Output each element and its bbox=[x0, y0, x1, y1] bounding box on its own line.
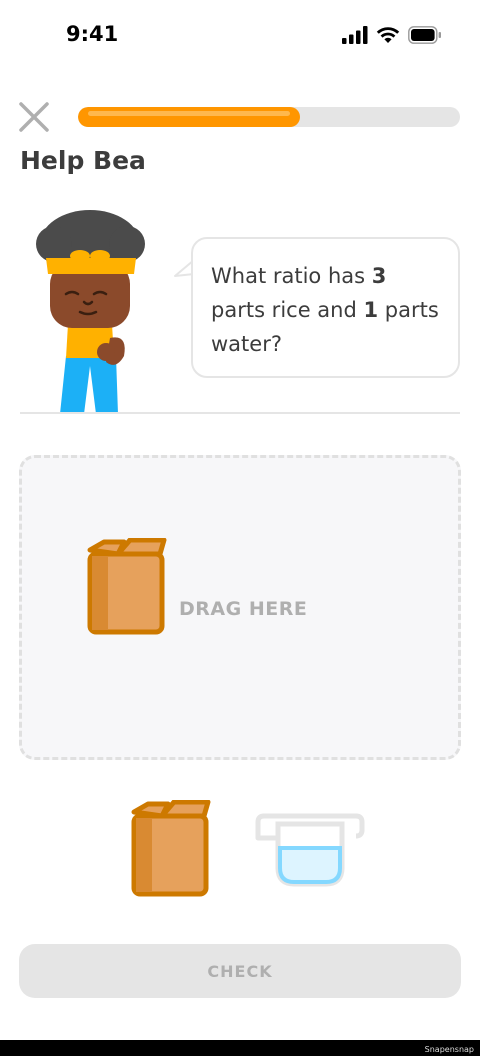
close-icon bbox=[19, 102, 49, 132]
status-bar: 9:41 bbox=[0, 0, 480, 70]
rice-parts-number: 3 bbox=[371, 264, 387, 288]
check-button[interactable]: CHECK bbox=[19, 944, 461, 998]
bea-character-illustration bbox=[36, 210, 145, 414]
lesson-screen: 9:41 Help Bea What ratio has 3 parts ric… bbox=[0, 0, 480, 1056]
status-time: 9:41 bbox=[66, 22, 119, 46]
status-icons bbox=[342, 26, 442, 44]
battery-icon bbox=[408, 26, 441, 44]
bottom-strip: Snapensnap bbox=[0, 1040, 480, 1056]
rice-box-icon bbox=[87, 538, 167, 635]
signal-icon bbox=[342, 26, 368, 44]
lesson-progress-fill bbox=[78, 107, 300, 127]
question-text-part-2: parts rice and bbox=[211, 298, 364, 322]
drag-drop-zone[interactable]: DRAG HERE bbox=[19, 455, 461, 760]
watermark-text: Snapensnap bbox=[424, 1045, 474, 1054]
water-parts-number: 1 bbox=[363, 298, 379, 322]
speech-bubble: What ratio has 3 parts rice and 1 parts … bbox=[191, 237, 460, 378]
drag-here-label: DRAG HERE bbox=[179, 598, 308, 620]
lesson-progress-bar bbox=[78, 107, 460, 127]
section-divider bbox=[20, 412, 460, 414]
wifi-icon bbox=[376, 27, 400, 43]
rice-box-tile[interactable] bbox=[128, 800, 214, 900]
question-text-part-1: What ratio has bbox=[211, 264, 372, 288]
water-cup-tile[interactable] bbox=[254, 810, 366, 888]
page-title: Help Bea bbox=[20, 146, 146, 175]
close-button[interactable] bbox=[18, 101, 50, 133]
